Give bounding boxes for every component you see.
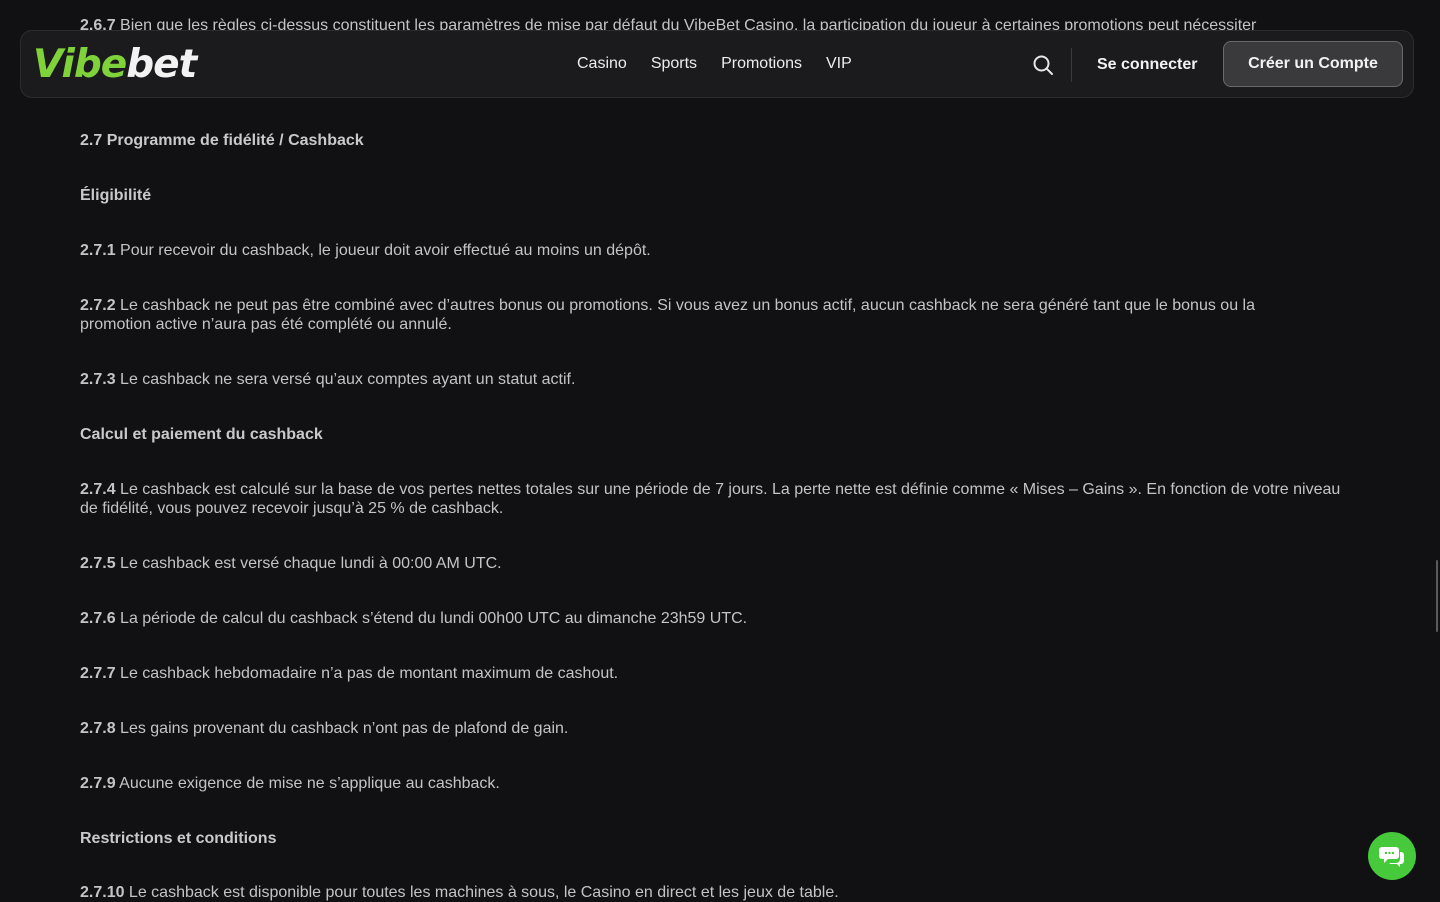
paragraph-2-7-2: 2.7.2 Le cashback ne peut pas être combi… — [80, 297, 1255, 333]
top-navigation-bar: Vibebet Casino Sports Promotions VIP Se … — [20, 30, 1414, 98]
register-button[interactable]: Créer un Compte — [1223, 41, 1403, 87]
calc-title: Calcul et paiement du cashback — [80, 426, 323, 443]
signin-button[interactable]: Se connecter — [1097, 54, 1197, 76]
paragraph-2-7-7: 2.7.7 Le cashback hebdomadaire n’a pas d… — [80, 665, 619, 682]
nav-vip[interactable]: VIP — [826, 54, 852, 74]
eligibility-title: Éligibilité — [80, 187, 152, 204]
paragraph-2-7-10: 2.7.10 Le cashback est disponible pour t… — [80, 884, 839, 901]
paragraph-2-7-6: 2.7.6 La période de calcul du cashback s… — [80, 610, 748, 627]
paragraph-2-7-1: 2.7.1 Pour recevoir du cashback, le joue… — [80, 242, 651, 259]
header-divider — [1071, 48, 1072, 82]
paragraph-2-7-8: 2.7.8 Les gains provenant du cashback n’… — [80, 720, 569, 737]
nav-promotions[interactable]: Promotions — [721, 54, 802, 74]
paragraph-2-7-3: 2.7.3 Le cashback ne sera versé qu’aux c… — [80, 371, 576, 388]
section-title: 2.7 Programme de fidélité / Cashback — [80, 132, 364, 149]
chat-bubbles-icon — [1379, 847, 1404, 867]
search-icon[interactable] — [1031, 53, 1055, 77]
restrictions-title: Restrictions et conditions — [80, 830, 277, 847]
paragraph-2-7-4: 2.7.4 Le cashback est calculé sur la bas… — [80, 481, 1341, 517]
nav-sports[interactable]: Sports — [651, 54, 697, 74]
chat-button[interactable] — [1368, 832, 1416, 880]
main-nav: Casino Sports Promotions VIP — [577, 54, 852, 74]
paragraph-2-7-5: 2.7.5 Le cashback est versé chaque lundi… — [80, 555, 502, 572]
paragraph-2-7-9: 2.7.9 Aucune exigence de mise ne s’appli… — [80, 775, 500, 792]
nav-casino[interactable]: Casino — [577, 54, 627, 74]
vibebet-logo[interactable]: Vibebet — [33, 43, 197, 87]
scrollbar-thumb[interactable] — [1436, 560, 1438, 632]
